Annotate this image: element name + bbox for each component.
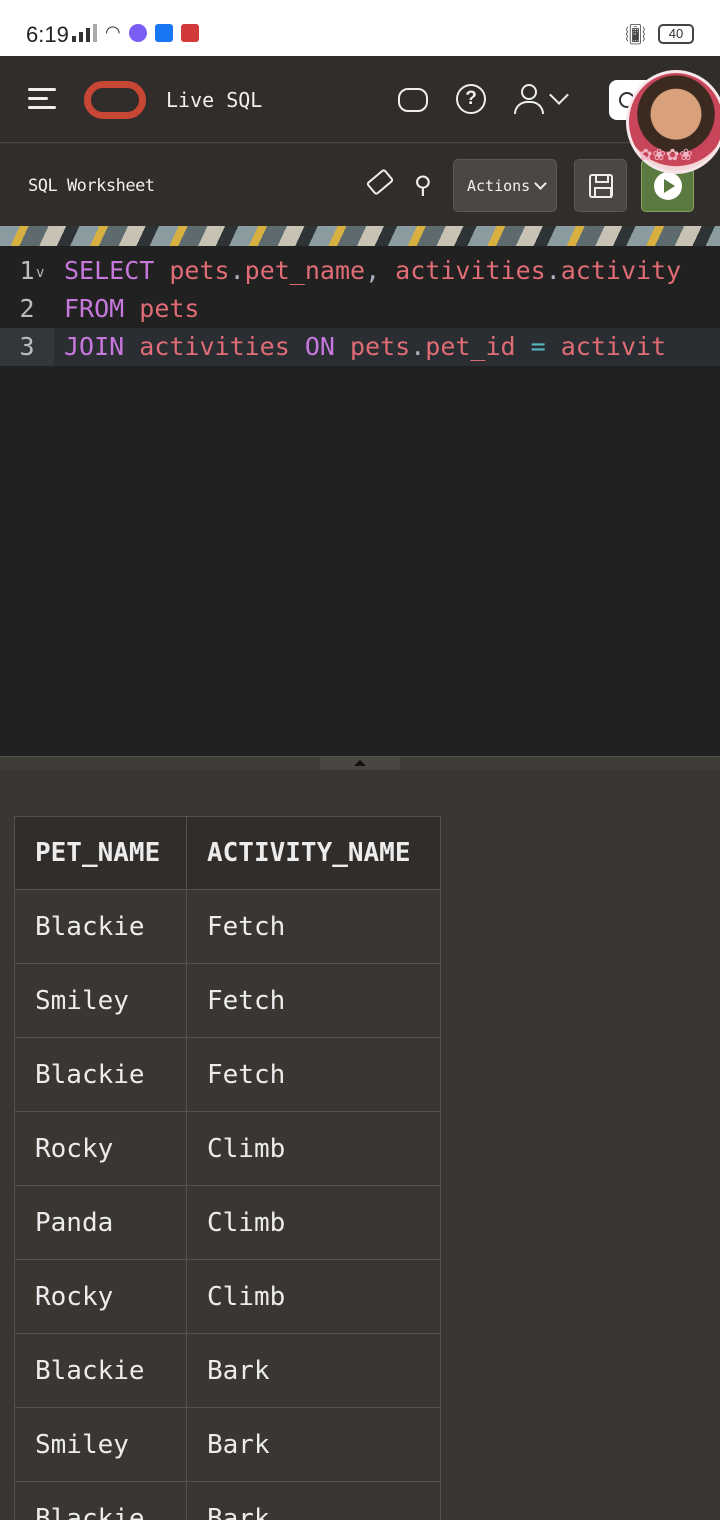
signal-icon [72, 24, 97, 42]
code-editor[interactable]: 1 v SELECT pets.pet_name, activities.activ… [0, 246, 720, 756]
code-token: . [410, 332, 426, 361]
table-row: Rocky Climb [14, 1111, 441, 1186]
table-cell: Blackie [14, 1037, 187, 1112]
messenger-icon [128, 24, 147, 42]
code-text: JOIN activities ON pets.pet_id = activit [64, 328, 666, 366]
code-token: FROM [64, 294, 140, 323]
table-row: Rocky Climb [14, 1259, 441, 1334]
table-cell: Bark [186, 1407, 441, 1482]
clear-eraser-icon[interactable] [365, 168, 395, 196]
table-header-row: PET_NAME ACTIVITY_NAME [14, 816, 441, 890]
table-row: Smiley Fetch [14, 963, 441, 1038]
code-token: pets [350, 332, 411, 361]
column-header-pet-name: PET_NAME [14, 816, 187, 890]
table-cell: Blackie [14, 1481, 187, 1520]
actions-button[interactable]: Actions [453, 159, 557, 212]
status-time: 6:19 [26, 22, 69, 47]
help-icon[interactable]: ? [456, 84, 486, 114]
oracle-logo[interactable] [84, 81, 146, 119]
user-icon[interactable] [514, 84, 544, 114]
table-cell: Climb [186, 1259, 441, 1334]
status-bar: 6:19 ◠ 📳︎ 40 [0, 0, 720, 56]
format-broom-icon[interactable]: ⚲ [414, 172, 440, 198]
table-cell: Smiley [14, 963, 187, 1038]
column-header-activity-name: ACTIVITY_NAME [186, 816, 441, 890]
battery-icon: 40 [658, 24, 694, 44]
facebook-icon [154, 24, 173, 42]
chevron-down-icon[interactable] [549, 85, 569, 105]
results-pane: PET_NAME ACTIVITY_NAME Blackie Fetch Smiley… [0, 770, 720, 1520]
decorative-pattern-band [0, 226, 720, 246]
code-token: pet_id [425, 332, 531, 361]
code-token: . [229, 256, 245, 285]
code-token: = [530, 332, 561, 361]
table-row: Blackie Bark [14, 1481, 441, 1520]
table-cell: Fetch [186, 889, 441, 964]
table-cell: Climb [186, 1185, 441, 1260]
line-number: 1 [19, 256, 35, 285]
save-disk-icon [589, 174, 613, 198]
wifi-icon: ◠ [105, 22, 121, 43]
code-token: , [365, 256, 396, 285]
code-token: JOIN [64, 332, 140, 361]
vibrate-icon: 📳︎ [622, 22, 648, 46]
code-line[interactable]: 1 v SELECT pets.pet_name, activities.activ… [0, 252, 720, 290]
table-row: Blackie Fetch [14, 889, 441, 964]
table-cell: Panda [14, 1185, 187, 1260]
table-cell: Climb [186, 1111, 441, 1186]
splitter-handle[interactable] [320, 757, 400, 770]
code-token: SELECT [64, 256, 170, 285]
code-token: activities [139, 332, 305, 361]
code-line[interactable]: 3 JOIN activities ON pets.pet_id = activi… [0, 328, 720, 366]
status-icons: ◠ [72, 24, 199, 42]
table-cell: Fetch [186, 1037, 441, 1112]
table-cell: Rocky [14, 1111, 187, 1186]
worksheet-title: SQL Worksheet [28, 176, 155, 196]
menu-icon[interactable] [28, 88, 56, 110]
battery-level: 40 [668, 26, 684, 41]
table-cell: Rocky [14, 1259, 187, 1334]
line-number: 2 [19, 294, 35, 323]
table-row: Panda Climb [14, 1185, 441, 1260]
code-text: SELECT pets.pet_name, activities.activit… [64, 252, 681, 290]
code-text: FROM pets [64, 290, 199, 328]
results-table: PET_NAME ACTIVITY_NAME Blackie Fetch Smiley… [14, 816, 441, 1520]
code-token: ON [304, 332, 350, 361]
table-row: Smiley Bark [14, 1407, 441, 1482]
app-notification-icon [180, 24, 199, 42]
table-cell: Blackie [14, 1333, 187, 1408]
line-number: 3 [0, 328, 54, 366]
play-icon [654, 172, 682, 200]
table-row: Blackie Fetch [14, 1037, 441, 1112]
pane-splitter[interactable] [0, 756, 720, 770]
chevron-down-icon [534, 177, 548, 190]
save-button[interactable] [574, 159, 627, 212]
code-token: pets [169, 256, 230, 285]
table-cell: Bark [186, 1481, 441, 1520]
feedback-chat-icon[interactable] [398, 88, 428, 112]
code-token: pet_name [244, 256, 366, 285]
worksheet-toolbar: SQL Worksheet ⚲ Actions [0, 144, 720, 226]
code-token: activit [560, 332, 667, 361]
table-cell: Fetch [186, 963, 441, 1038]
code-token: pets [139, 294, 200, 323]
floating-avatar[interactable]: ✿❀✿❀ [626, 70, 720, 174]
table-cell: Smiley [14, 1407, 187, 1482]
code-line[interactable]: 2 FROM pets [0, 290, 720, 328]
app-title: Live SQL [166, 88, 263, 112]
table-cell: Blackie [14, 889, 187, 964]
app-header: Live SQL ? [0, 56, 720, 143]
code-token: activities [395, 256, 546, 285]
flower-decoration: ✿❀✿❀ [639, 145, 693, 164]
code-token: . [545, 256, 561, 285]
code-token: activity [560, 256, 682, 285]
fold-chevron-icon[interactable]: v [36, 254, 44, 292]
actions-label: Actions [467, 177, 531, 195]
table-row: Blackie Bark [14, 1333, 441, 1408]
table-cell: Bark [186, 1333, 441, 1408]
